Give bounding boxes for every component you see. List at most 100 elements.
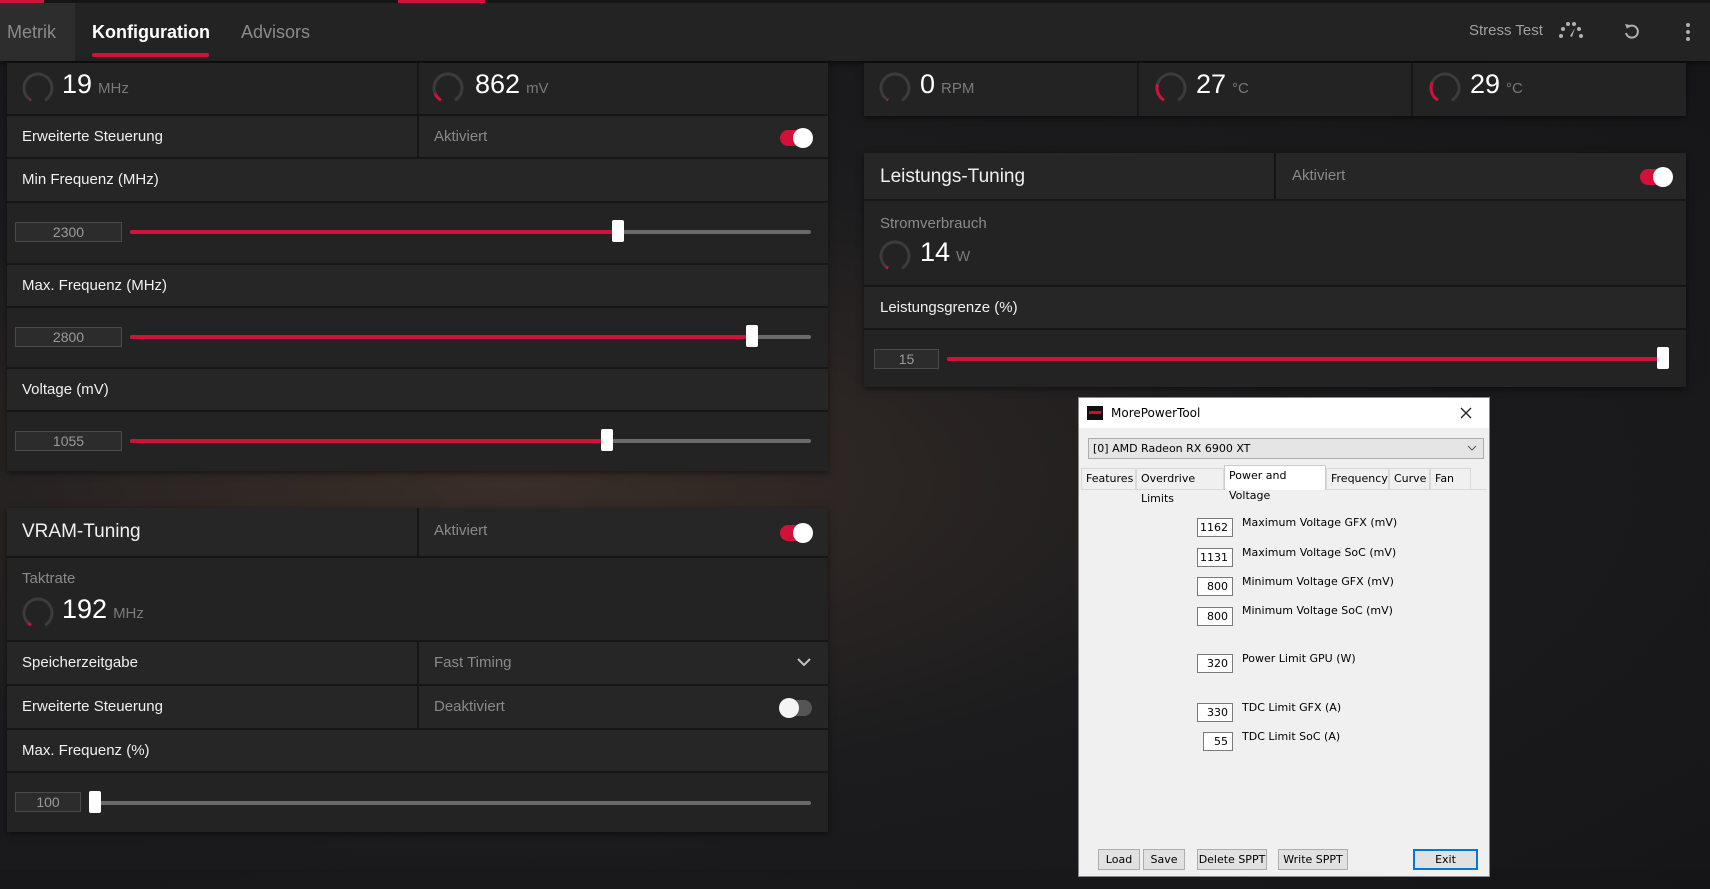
load-button[interactable]: Load	[1098, 849, 1140, 870]
min-frequency-slider-row: 2300	[7, 203, 828, 265]
write-sppt-button[interactable]: Write SPPT	[1278, 849, 1348, 870]
min-frequency-input[interactable]: 2300	[15, 222, 122, 242]
app-logo-icon	[1087, 406, 1103, 420]
advanced-control-toggle[interactable]	[780, 128, 813, 148]
dialog-tab-power-and-voltage[interactable]: Power and Voltage	[1224, 465, 1326, 502]
vram-toggle[interactable]	[780, 523, 813, 543]
tab-advisors[interactable]: Advisors	[234, 3, 317, 61]
speedometer-icon[interactable]	[1558, 21, 1584, 39]
fan-temperature-panel: 0 RPM 27 °C 29 °C	[864, 63, 1686, 116]
vram-title: VRAM-Tuning	[22, 521, 141, 542]
hotspot-gauge-icon	[1429, 72, 1461, 104]
max-frequency-slider-row: 2800	[7, 308, 828, 369]
gauge-arc	[22, 597, 54, 629]
vram-max-frequency-header: Max. Frequenz (%)	[7, 730, 828, 773]
chevron-down-icon	[1467, 445, 1477, 451]
power-readout: 14 W	[920, 237, 970, 268]
more-vertical-icon[interactable]	[1685, 22, 1691, 42]
memory-timing-label: Speicherzeitgabe	[22, 654, 138, 671]
gauge-arc	[432, 72, 464, 104]
power-limit-gpu-input[interactable]: 320	[1197, 654, 1233, 673]
clock-readout: 19 MHz	[62, 69, 129, 100]
chevron-down-icon	[797, 658, 811, 667]
slider-thumb[interactable]	[745, 325, 758, 347]
power-tuning-toggle[interactable]	[1640, 167, 1673, 187]
gauge-arc	[879, 72, 911, 104]
power-limit-slider-row: 15	[864, 330, 1686, 387]
max-frequency-slider[interactable]	[130, 325, 811, 347]
vram-tuning-panel: VRAM-Tuning Aktiviert Taktrate 192 MHz Sp…	[7, 508, 828, 832]
temperature-value: 27	[1196, 69, 1227, 99]
temperature-readout: 27 °C	[1196, 69, 1249, 100]
power-limit-label: Leistungsgrenze (%)	[880, 299, 1018, 316]
slider-thumb[interactable]	[611, 220, 624, 242]
voltage-input[interactable]: 1055	[15, 431, 122, 451]
save-button[interactable]: Save	[1143, 849, 1185, 870]
vram-clock-gauge-icon	[22, 597, 54, 629]
voltage-gauge-icon	[432, 72, 464, 104]
power-limit-slider[interactable]	[947, 347, 1669, 369]
clock-gauge-icon	[22, 72, 54, 104]
voltage-slider[interactable]	[130, 429, 811, 451]
gauge-arc	[22, 72, 54, 104]
tab-metrik[interactable]: Metrik	[0, 3, 75, 61]
memory-timing-dropdown[interactable]: Fast Timing	[434, 654, 824, 674]
vram-max-frequency-slider[interactable]	[89, 791, 811, 813]
gauge-arc	[22, 72, 54, 104]
power-limit-input[interactable]: 15	[874, 349, 939, 369]
vram-clock-row: Taktrate 192 MHz	[7, 558, 828, 642]
min-frequency-header: Min Frequenz (MHz)	[7, 159, 828, 203]
vram-max-frequency-input[interactable]: 100	[15, 792, 81, 812]
voltage-value: 862	[475, 69, 521, 99]
max-voltage-soc-input[interactable]: 1131	[1197, 548, 1233, 567]
close-icon[interactable]	[1460, 407, 1472, 419]
voltage-label: Voltage (mV)	[22, 381, 109, 398]
vram-clock-value: 192	[62, 594, 108, 624]
gauge-arc	[1429, 72, 1461, 104]
min-voltage-gfx-input[interactable]: 800	[1197, 577, 1233, 596]
stress-test-button[interactable]: Stress Test	[1469, 22, 1543, 39]
power-limit-gpu-label: Power Limit GPU (W)	[1242, 652, 1356, 665]
tdc-limit-gfx-input[interactable]: 330	[1197, 703, 1233, 722]
slider-thumb[interactable]	[1657, 347, 1669, 369]
dialog-tab-curve[interactable]: Curve	[1389, 468, 1430, 489]
vram-max-frequency-slider-row: 100	[7, 773, 828, 832]
dialog-tab-overdrive-limits[interactable]: Overdrive Limits	[1136, 468, 1224, 505]
max-frequency-input[interactable]: 2800	[15, 327, 122, 347]
min-frequency-slider[interactable]	[130, 220, 811, 242]
vram-advanced-state: Deaktiviert	[434, 698, 505, 715]
gpu-tuning-panel: 19 MHz 862 mV Erweiterte Steuerung Aktivie…	[7, 63, 828, 471]
dialog-tab-frequency[interactable]: Frequency	[1326, 468, 1389, 489]
dialog-titlebar: MorePowerTool	[1079, 398, 1489, 428]
gauge-arc	[1429, 72, 1461, 104]
max-voltage-gfx-label: Maximum Voltage GFX (mV)	[1242, 516, 1398, 529]
min-voltage-soc-input[interactable]: 800	[1197, 607, 1233, 626]
device-select[interactable]: [0] AMD Radeon RX 6900 XT	[1088, 438, 1484, 459]
exit-button[interactable]: Exit	[1413, 849, 1478, 870]
power-value: 14	[920, 237, 951, 267]
fan-gauge-icon	[879, 72, 911, 104]
gauge-arc	[432, 72, 464, 104]
dialog-tab-features[interactable]: Features	[1081, 468, 1136, 489]
max-voltage-gfx-input[interactable]: 1162	[1197, 518, 1233, 537]
voltage-header: Voltage (mV)	[7, 369, 828, 412]
delete-sppt-button[interactable]: Delete SPPT	[1197, 849, 1267, 870]
morepowertool-dialog: MorePowerTool [0] AMD Radeon RX 6900 XT …	[1078, 397, 1490, 877]
power-tuning-state: Aktiviert	[1292, 167, 1346, 184]
reset-icon[interactable]	[1623, 22, 1641, 42]
slider-thumb[interactable]	[89, 791, 101, 813]
tdc-limit-soc-input[interactable]: 55	[1203, 732, 1233, 751]
temperature-unit: °C	[1232, 80, 1249, 97]
gauge-arc	[22, 597, 54, 629]
clock-unit: MHz	[98, 80, 129, 97]
memory-timing-value: Fast Timing	[434, 654, 512, 671]
gauge-arc	[1155, 72, 1187, 104]
gauge-arc	[1155, 72, 1187, 104]
slider-thumb[interactable]	[600, 429, 613, 451]
advanced-control-label: Erweiterte Steuerung	[22, 128, 163, 145]
dialog-tab-fan[interactable]: Fan	[1430, 468, 1471, 489]
fan-unit: RPM	[941, 80, 975, 97]
active-tab-indicator	[92, 53, 209, 57]
gauge-row: 19 MHz 862 mV	[7, 63, 828, 116]
vram-advanced-toggle[interactable]	[779, 698, 812, 718]
